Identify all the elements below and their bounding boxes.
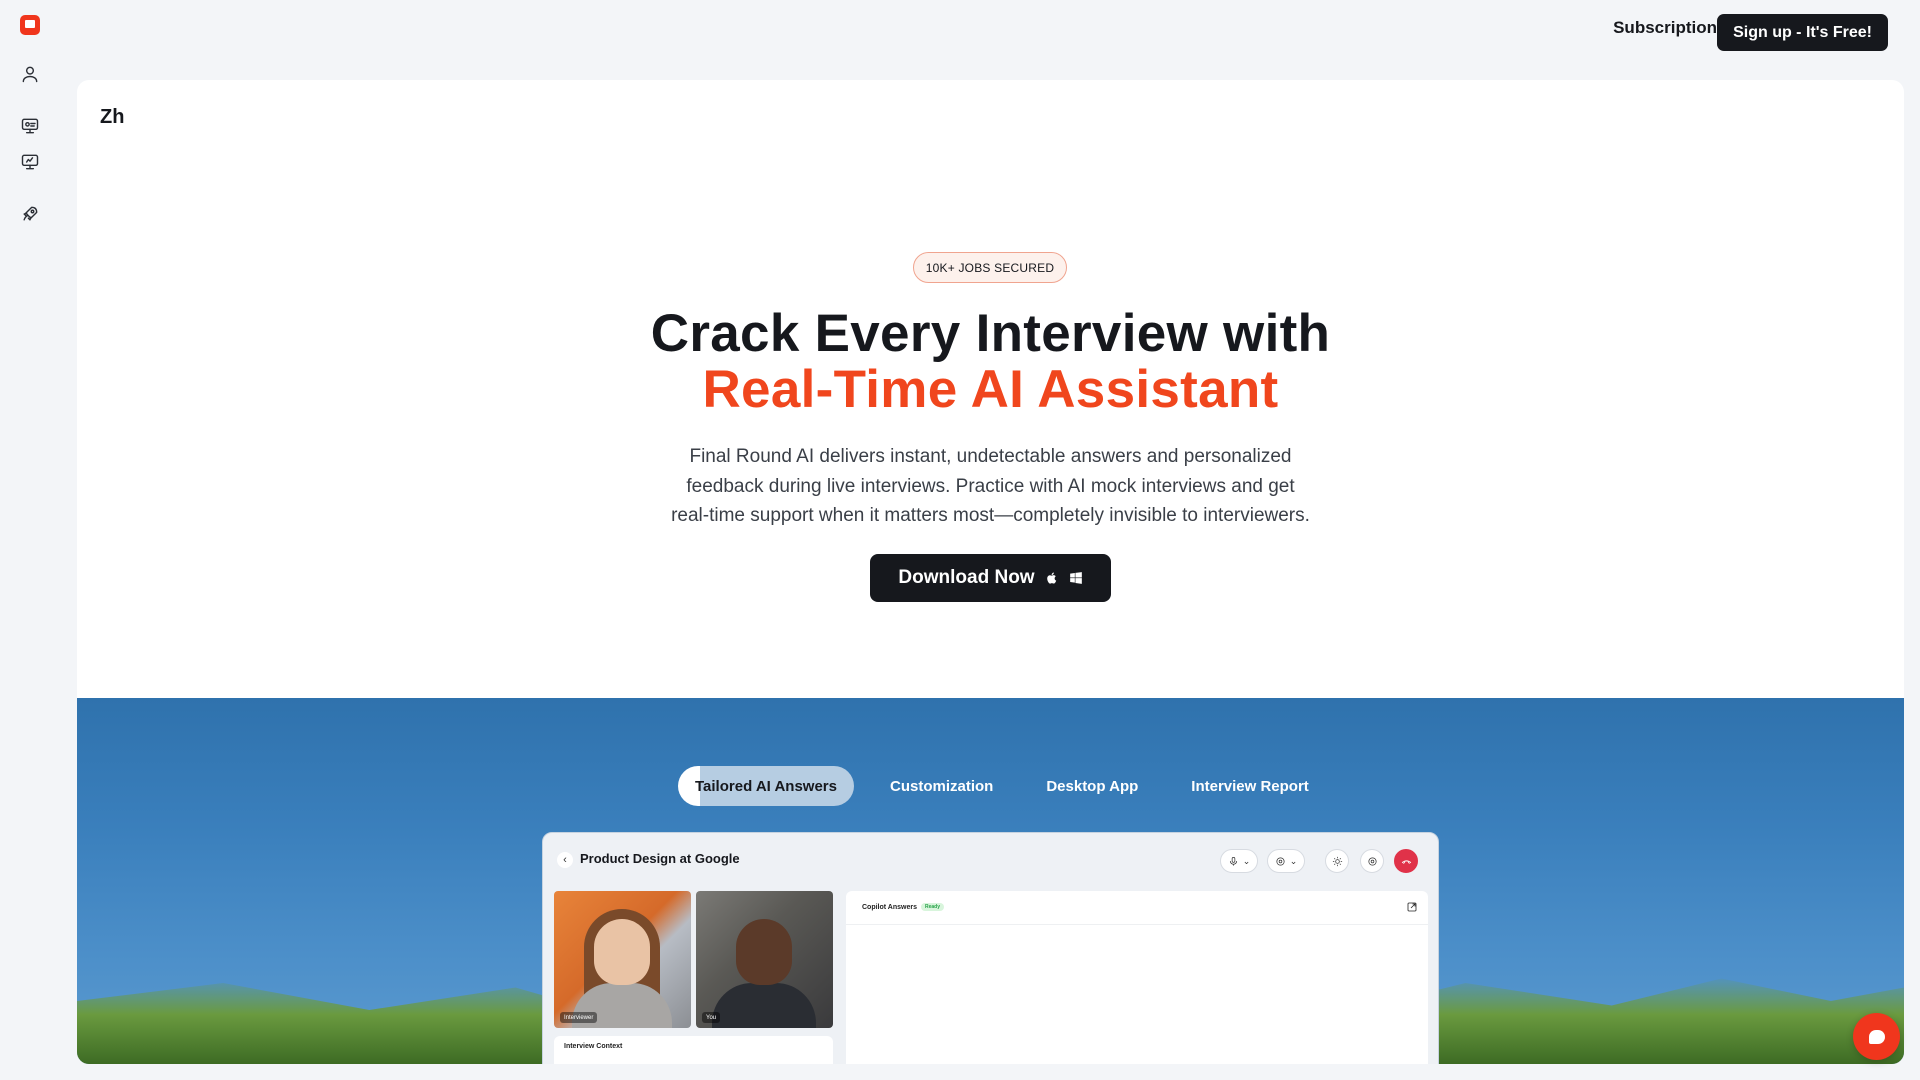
feature-tabs: Tailored AI Answers Customization Deskto… <box>678 766 1345 806</box>
interview-context-panel: Interview Context <box>554 1036 833 1064</box>
gear-icon <box>1367 856 1377 866</box>
end-call-button[interactable] <box>1394 849 1418 873</box>
settings-button[interactable] <box>1360 849 1384 873</box>
download-label: Download Now <box>898 567 1035 588</box>
hero-title-line1: Crack Every Interview with <box>650 304 1331 363</box>
hero-description-line: real-time support when it matters most—c… <box>671 505 1310 526</box>
sun-icon <box>1332 856 1342 866</box>
divider <box>846 924 1428 925</box>
candidate-body <box>712 983 816 1028</box>
microphone-icon <box>1229 856 1237 866</box>
external-link-icon[interactable] <box>1406 900 1418 912</box>
feature-showcase: Tailored AI Answers Customization Deskto… <box>77 698 1904 1064</box>
chevron-down-icon: ⌄ <box>1289 855 1298 866</box>
candidate-video: You <box>696 891 833 1028</box>
camera-control[interactable]: ⌄ <box>1267 849 1305 873</box>
tab-desktop-app[interactable]: Desktop App <box>1029 766 1155 806</box>
download-now-button[interactable]: Download Now <box>870 554 1111 602</box>
microphone-control[interactable]: ⌄ <box>1220 849 1258 873</box>
tab-customization[interactable]: Customization <box>873 766 1010 806</box>
you-tag: You <box>702 1012 721 1023</box>
tab-interview-report[interactable]: Interview Report <box>1174 766 1326 806</box>
left-rail <box>0 0 60 1080</box>
jobs-secured-badge: 10K+ JOBS SECURED <box>913 252 1067 283</box>
ready-status-badge: Ready <box>920 903 944 911</box>
mock-interview-icon[interactable] <box>18 150 42 174</box>
interviewer-tag: Interviewer <box>560 1012 598 1023</box>
chat-support-button[interactable] <box>1853 1013 1900 1060</box>
copilot-answers-panel: Copilot Answers Ready <box>846 891 1428 1064</box>
app-preview: ‹ Product Design at Google ⌄ ⌄ Interview… <box>542 832 1439 1064</box>
tab-tailored-ai-answers[interactable]: Tailored AI Answers <box>678 766 854 806</box>
hero-description: Final Round AI delivers instant, undetec… <box>77 442 1904 531</box>
user-icon[interactable] <box>18 62 42 86</box>
back-icon[interactable]: ‹ <box>557 852 573 868</box>
copilot-answers-header: Copilot Answers Ready <box>862 903 944 911</box>
chevron-down-icon: ⌄ <box>1242 855 1251 866</box>
brightness-button[interactable] <box>1325 849 1349 873</box>
logo-icon[interactable] <box>20 15 40 35</box>
interviewer-video: Interviewer <box>554 891 691 1028</box>
interview-context-title: Interview Context <box>564 1043 623 1050</box>
windows-icon <box>1069 572 1082 584</box>
hero-description-line: feedback during live interviews. Practic… <box>686 475 1295 497</box>
hero-section: 10K+ JOBS SECURED Crack Every Interview … <box>77 80 1904 698</box>
interview-copilot-icon[interactable] <box>18 114 42 138</box>
copilot-answers-title: Copilot Answers <box>862 903 917 911</box>
phone-hangup-icon <box>1401 859 1411 864</box>
main-card: Zh 10K+ JOBS SECURED Crack Every Intervi… <box>77 80 1904 1064</box>
preview-title: Product Design at Google <box>580 851 740 866</box>
hero-title-line2: Real-Time AI Assistant <box>702 360 1279 419</box>
subscription-link[interactable]: Subscription <box>1613 18 1717 38</box>
rocket-icon[interactable] <box>18 202 42 226</box>
camera-icon <box>1276 856 1285 866</box>
apple-icon <box>1046 572 1056 584</box>
hero-description-line: Final Round AI delivers instant, undetec… <box>689 446 1292 467</box>
signup-button[interactable]: Sign up - It's Free! <box>1717 14 1888 51</box>
interviewer-face <box>594 919 650 985</box>
candidate-face <box>736 919 792 985</box>
